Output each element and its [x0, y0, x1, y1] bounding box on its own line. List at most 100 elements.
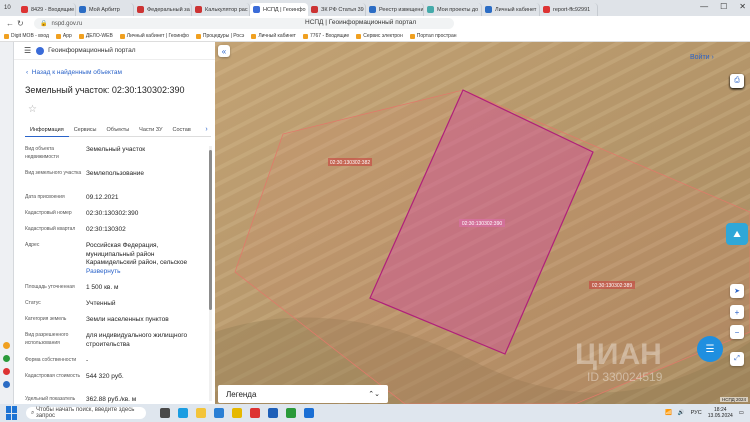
attribute-label: Статус [25, 300, 41, 306]
sidebar-app-icon[interactable] [3, 381, 10, 388]
attribute-label: Форма собственности [25, 357, 77, 363]
browser-tab[interactable]: 8429 - Входящие [18, 3, 76, 16]
outlook-icon[interactable] [304, 408, 314, 418]
chat-button[interactable]: ☰ [697, 336, 723, 362]
task-view-icon[interactable] [160, 408, 170, 418]
attribute-value: для индивидуального жилищного строительс… [86, 332, 188, 348]
browser-tab[interactable]: Личный кабинет [482, 3, 540, 16]
locate-icon[interactable]: ➤ [730, 284, 744, 298]
notifications-icon[interactable]: ▭ [739, 410, 744, 416]
bookmark-icon [195, 33, 201, 39]
store-icon[interactable] [214, 408, 224, 418]
attribute-value: 02:30:130302:390 [86, 210, 139, 217]
attribute-label: Площадь уточненная [25, 284, 75, 290]
object-title: Земельный участок: 02:30:130302:390 [25, 85, 185, 95]
tab-favicon-icon [485, 6, 492, 13]
browser-tab[interactable]: report-ffc92991 [540, 3, 598, 16]
satellite-toggle-icon[interactable]: ⛰ [726, 223, 748, 245]
bookmark-item[interactable]: Личный кабинет | Геоинфо [119, 33, 189, 39]
lock-icon: 🔒 [40, 21, 48, 27]
zoom-out-icon[interactable]: − [730, 325, 744, 339]
word-icon[interactable] [268, 408, 278, 418]
edge-icon[interactable] [178, 408, 188, 418]
tab-count[interactable]: 10 [4, 5, 18, 11]
bookmark-label: Личный кабинет | Геоинфо [126, 33, 189, 39]
favorite-star-icon[interactable]: ☆ [28, 104, 37, 115]
parcel-label-right: 02:30:130302:389 [592, 283, 633, 289]
bookmark-item[interactable]: 7767 - Входящие [302, 33, 350, 39]
expand-address-link[interactable]: Развернуть [86, 268, 204, 277]
windows-start-icon[interactable] [6, 406, 20, 420]
panel-tab[interactable]: Объекты [101, 125, 134, 137]
back-link-label: Назад к найденным объектам [31, 69, 122, 76]
attribute-value: 1 500 кв. м [86, 284, 119, 291]
back-icon[interactable]: ← [6, 19, 17, 28]
zoom-in-icon[interactable]: + [730, 305, 744, 319]
bookmark-item[interactable]: Сервис электрон [356, 33, 403, 39]
scrollbar-thumb[interactable] [209, 150, 212, 310]
yandex-icon[interactable] [232, 408, 242, 418]
parcel-label-main: 02:30:130302:390 [462, 221, 503, 227]
browser-tab[interactable]: Калькулятор рас [192, 3, 250, 16]
explorer-icon[interactable] [196, 408, 206, 418]
language-indicator[interactable]: РУС [691, 410, 702, 416]
bookmark-item[interactable]: ДЕЛО-WEB [78, 33, 113, 39]
taskbar-search-input[interactable]: ⌕ Чтобы начать поиск, введите здесь запр… [26, 407, 146, 419]
taskbar: ⌕ Чтобы начать поиск, введите здесь запр… [0, 404, 750, 422]
maximize-icon[interactable]: ☐ [720, 2, 727, 11]
bookmark-label: Личный кабинет [258, 33, 296, 39]
clock[interactable]: 18:24 13.05.2024 [708, 407, 733, 419]
login-button[interactable]: Войти › [690, 51, 728, 63]
browser-tab[interactable]: Реестр извещени [366, 3, 424, 16]
bookmark-icon [4, 33, 9, 39]
tab-favicon-icon [137, 6, 144, 13]
tab-label: Личный кабинет [495, 6, 537, 13]
panel-tab[interactable]: Информация [25, 125, 69, 137]
wifi-icon[interactable]: 📶 [665, 410, 672, 416]
bookmark-item[interactable]: Процедуры | Росэ [195, 33, 244, 39]
sidebar-app-icon[interactable] [3, 355, 10, 362]
panel-header: ☰ Геоинформационный портал [14, 42, 215, 60]
map-view[interactable]: 02:30:130302:382 02:30:130302:390 02:30:… [215, 42, 750, 404]
minimize-icon[interactable]: — [700, 2, 708, 11]
panel-tab[interactable]: Сервисы [69, 125, 102, 137]
collapse-panel-button[interactable]: « [218, 45, 230, 57]
browser-tab[interactable]: Мой Арбитр [76, 3, 134, 16]
bookmark-item[interactable]: Личный кабинет [251, 33, 296, 39]
bookmark-item[interactable]: Портал простран [409, 33, 456, 39]
menu-icon[interactable]: ☰ [24, 46, 31, 55]
bookmark-item[interactable]: Digit МОВ - вход [4, 33, 49, 39]
fullscreen-icon[interactable]: ⤢ [730, 352, 744, 366]
volume-icon[interactable]: 🔊 [678, 410, 685, 416]
attribute-value: 09.12.2021 [86, 194, 119, 201]
sidebar-app-icon[interactable] [3, 342, 10, 349]
bookmark-item[interactable]: App [55, 33, 72, 39]
parcel-label-left: 02:30:130302:382 [330, 160, 371, 166]
panel-scrollbar[interactable] [209, 146, 212, 401]
sidebar-app-icon[interactable] [3, 368, 10, 375]
window-controls: — ☐ ✕ [700, 2, 746, 11]
app-icon[interactable] [250, 408, 260, 418]
close-icon[interactable]: ✕ [739, 2, 746, 11]
bookmark-label: ДЕЛО-WEB [85, 33, 113, 39]
reload-icon[interactable]: ↻ [17, 19, 28, 28]
browser-tab[interactable]: Мои проекты до [424, 3, 482, 16]
legend-selector[interactable]: Легенда ⌃⌄ [218, 385, 388, 403]
browser-tab[interactable]: ЗК РФ Статья 39 [308, 3, 366, 16]
bookmark-icon [78, 33, 84, 39]
watermark-logo: ЦИАН [575, 338, 662, 371]
attribute-value: 362.88 руб./кв. м [86, 396, 137, 403]
tab-label: Федеральный за [147, 6, 190, 13]
print-icon[interactable]: ⎙ [730, 74, 744, 88]
map-canvas[interactable]: 02:30:130302:382 02:30:130302:390 02:30:… [215, 42, 750, 404]
bookmark-label: 7767 - Входящие [309, 33, 350, 39]
url-text: nspd.gov.ru [51, 20, 83, 27]
excel-icon[interactable] [286, 408, 296, 418]
browser-tab[interactable]: НСПД | Геоинфо [250, 3, 308, 16]
back-to-results-link[interactable]: ‹ Назад к найденным объектам [26, 69, 122, 76]
tabs-scroll-right-icon[interactable]: › [202, 125, 211, 137]
panel-tab[interactable]: Части ЗУ [134, 125, 167, 137]
attribute-value: Учтенный [86, 300, 116, 307]
browser-tab[interactable]: Федеральный за [134, 3, 192, 16]
panel-tab[interactable]: Состав [168, 125, 196, 137]
